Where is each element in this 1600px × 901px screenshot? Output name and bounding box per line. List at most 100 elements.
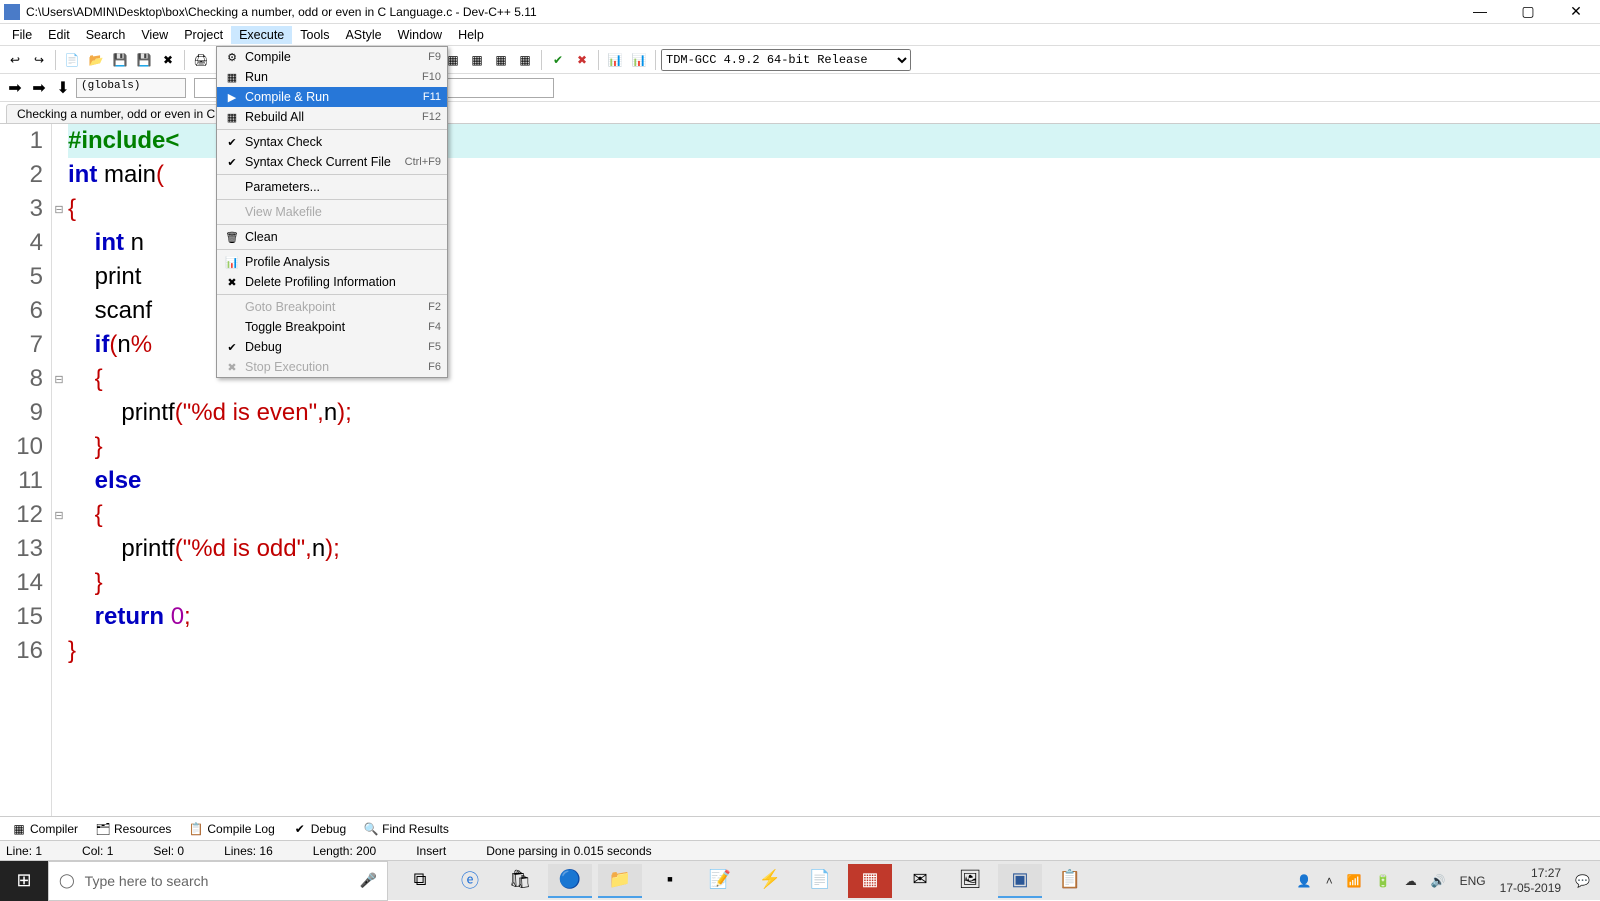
goto3-icon[interactable]: ⬇: [52, 77, 74, 99]
cmd-icon[interactable]: ▪: [648, 864, 692, 898]
bottomtab-compile-log[interactable]: 📋Compile Log: [183, 820, 280, 838]
menuitem-clean[interactable]: 🗑Clean: [217, 227, 447, 247]
menu-search[interactable]: Search: [78, 26, 134, 44]
stop-icon[interactable]: ✖: [571, 49, 593, 71]
save-icon[interactable]: 💾: [109, 49, 131, 71]
bottom-tabs: ▦Compiler 🗂Resources 📋Compile Log ✔Debug 🔍Fi…: [0, 816, 1600, 840]
explorer-icon[interactable]: 📁: [598, 864, 642, 898]
menuitem-syntax-check[interactable]: ✔Syntax Check: [217, 132, 447, 152]
onedrive-icon[interactable]: ☁: [1405, 874, 1417, 888]
saveall-icon[interactable]: 💾: [133, 49, 155, 71]
tray-up-icon[interactable]: ˄: [1326, 874, 1333, 888]
debug-icon[interactable]: ✔: [547, 49, 569, 71]
menuitem-debug[interactable]: ✔DebugF5: [217, 337, 447, 357]
goto1-icon[interactable]: ➡: [4, 77, 26, 99]
open-icon[interactable]: 📂: [85, 49, 107, 71]
menuitem-goto-breakpoint: Goto BreakpointF2: [217, 297, 447, 317]
cortana-icon: ◯: [59, 872, 75, 889]
delprofile-icon[interactable]: 📊: [628, 49, 650, 71]
menu-file[interactable]: File: [4, 26, 40, 44]
bottomtab-debug[interactable]: ✔Debug: [287, 820, 352, 838]
bottomtab-compiler[interactable]: ▦Compiler: [6, 820, 84, 838]
devcpp-icon[interactable]: ▣: [998, 864, 1042, 898]
menuitem-toggle-breakpoint[interactable]: Toggle BreakpointF4: [217, 317, 447, 337]
compiler-select[interactable]: TDM-GCC 4.9.2 64-bit Release: [661, 49, 911, 71]
wifi-icon[interactable]: 📶: [1347, 874, 1362, 888]
grid4-icon[interactable]: ▦: [514, 49, 536, 71]
statusbar: Line: 1 Col: 1 Sel: 0 Lines: 16 Length: …: [0, 840, 1600, 860]
new-icon[interactable]: 📄: [61, 49, 83, 71]
menuitem-rebuild-all[interactable]: ▦Rebuild AllF12: [217, 107, 447, 127]
store-icon[interactable]: 🛍: [498, 864, 542, 898]
menuitem-icon: [223, 319, 241, 335]
profile-icon[interactable]: 📊: [604, 49, 626, 71]
close-button[interactable]: ✕: [1564, 3, 1588, 20]
volume-icon[interactable]: 🔊: [1431, 874, 1446, 888]
bottomtab-resources[interactable]: 🗂Resources: [90, 820, 177, 838]
battery-icon[interactable]: 🔋: [1376, 874, 1391, 888]
goto2-icon[interactable]: ➡: [28, 77, 50, 99]
grid3-icon[interactable]: ▦: [490, 49, 512, 71]
people-icon[interactable]: 👤: [1297, 874, 1312, 888]
menu-view[interactable]: View: [133, 26, 176, 44]
menu-tools[interactable]: Tools: [292, 26, 337, 44]
close-file-icon[interactable]: ✖: [157, 49, 179, 71]
menuitem-icon: ▦: [223, 109, 241, 125]
app4-icon[interactable]: ▦: [848, 864, 892, 898]
maximize-button[interactable]: ▢: [1516, 3, 1540, 20]
status-lines: Lines: 16: [224, 844, 273, 858]
print-icon[interactable]: 🖨: [190, 49, 212, 71]
execute-menu: ⚙CompileF9▦RunF10▶Compile & RunF11▦Rebui…: [216, 46, 448, 378]
menuitem-delete-profiling-information[interactable]: ✖Delete Profiling Information: [217, 272, 447, 292]
bottomtab-find-results[interactable]: 🔍Find Results: [358, 820, 455, 838]
taskview-icon[interactable]: ⧉: [398, 864, 442, 898]
app6-icon[interactable]: 📋: [1048, 864, 1092, 898]
minimize-button[interactable]: —: [1468, 3, 1492, 20]
status-length: Length: 200: [313, 844, 376, 858]
app2-icon[interactable]: ⚡: [748, 864, 792, 898]
menuitem-icon: [223, 179, 241, 195]
app5-icon[interactable]: 🖼: [948, 864, 992, 898]
menuitem-profile-analysis[interactable]: 📊Profile Analysis: [217, 252, 447, 272]
menuitem-syntax-check-current-file[interactable]: ✔Syntax Check Current FileCtrl+F9: [217, 152, 447, 172]
menu-help[interactable]: Help: [450, 26, 492, 44]
menuitem-icon: [223, 204, 241, 220]
status-line: Line: 1: [6, 844, 42, 858]
taskbar-search[interactable]: ◯ Type here to search 🎤: [48, 861, 388, 901]
app3-icon[interactable]: 📄: [798, 864, 842, 898]
menuitem-compile-run[interactable]: ▶Compile & RunF11: [217, 87, 447, 107]
menu-window[interactable]: Window: [390, 26, 450, 44]
fold-gutter[interactable]: ⊟⊟⊟: [52, 124, 66, 824]
menu-astyle[interactable]: AStyle: [337, 26, 389, 44]
status-sel: Sel: 0: [153, 844, 184, 858]
menu-execute[interactable]: Execute: [231, 26, 292, 44]
notes-icon[interactable]: 📝: [698, 864, 742, 898]
mail-icon[interactable]: ✉: [898, 864, 942, 898]
menu-project[interactable]: Project: [176, 26, 231, 44]
search-placeholder: Type here to search: [85, 873, 209, 889]
menuitem-icon: 🗑: [223, 229, 241, 245]
window-title: C:\Users\ADMIN\Desktop\box\Checking a nu…: [26, 5, 1468, 19]
menuitem-view-makefile: View Makefile: [217, 202, 447, 222]
start-button[interactable]: ⊞: [0, 861, 48, 901]
back-icon[interactable]: ↩: [4, 49, 26, 71]
forward-icon[interactable]: ↪: [28, 49, 50, 71]
menuitem-compile[interactable]: ⚙CompileF9: [217, 47, 447, 67]
menubar: FileEditSearchViewProjectExecuteToolsASt…: [0, 24, 1600, 46]
status-col: Col: 1: [82, 844, 113, 858]
menuitem-icon: ✔: [223, 339, 241, 355]
clock[interactable]: 17:27 17-05-2019: [1500, 866, 1561, 895]
menuitem-stop-execution: ✖Stop ExecutionF6: [217, 357, 447, 377]
menuitem-parameters-[interactable]: Parameters...: [217, 177, 447, 197]
globals-combo[interactable]: (globals): [76, 78, 186, 98]
menuitem-icon: [223, 299, 241, 315]
mic-icon[interactable]: 🎤: [360, 872, 377, 889]
grid2-icon[interactable]: ▦: [466, 49, 488, 71]
edge-icon[interactable]: ⓔ: [448, 864, 492, 898]
menuitem-run[interactable]: ▦RunF10: [217, 67, 447, 87]
notifications-icon[interactable]: 💬: [1575, 874, 1590, 888]
menu-edit[interactable]: Edit: [40, 26, 78, 44]
status-msg: Done parsing in 0.015 seconds: [486, 844, 651, 858]
chrome-icon[interactable]: 🔵: [548, 864, 592, 898]
lang-indicator[interactable]: ENG: [1460, 874, 1486, 888]
